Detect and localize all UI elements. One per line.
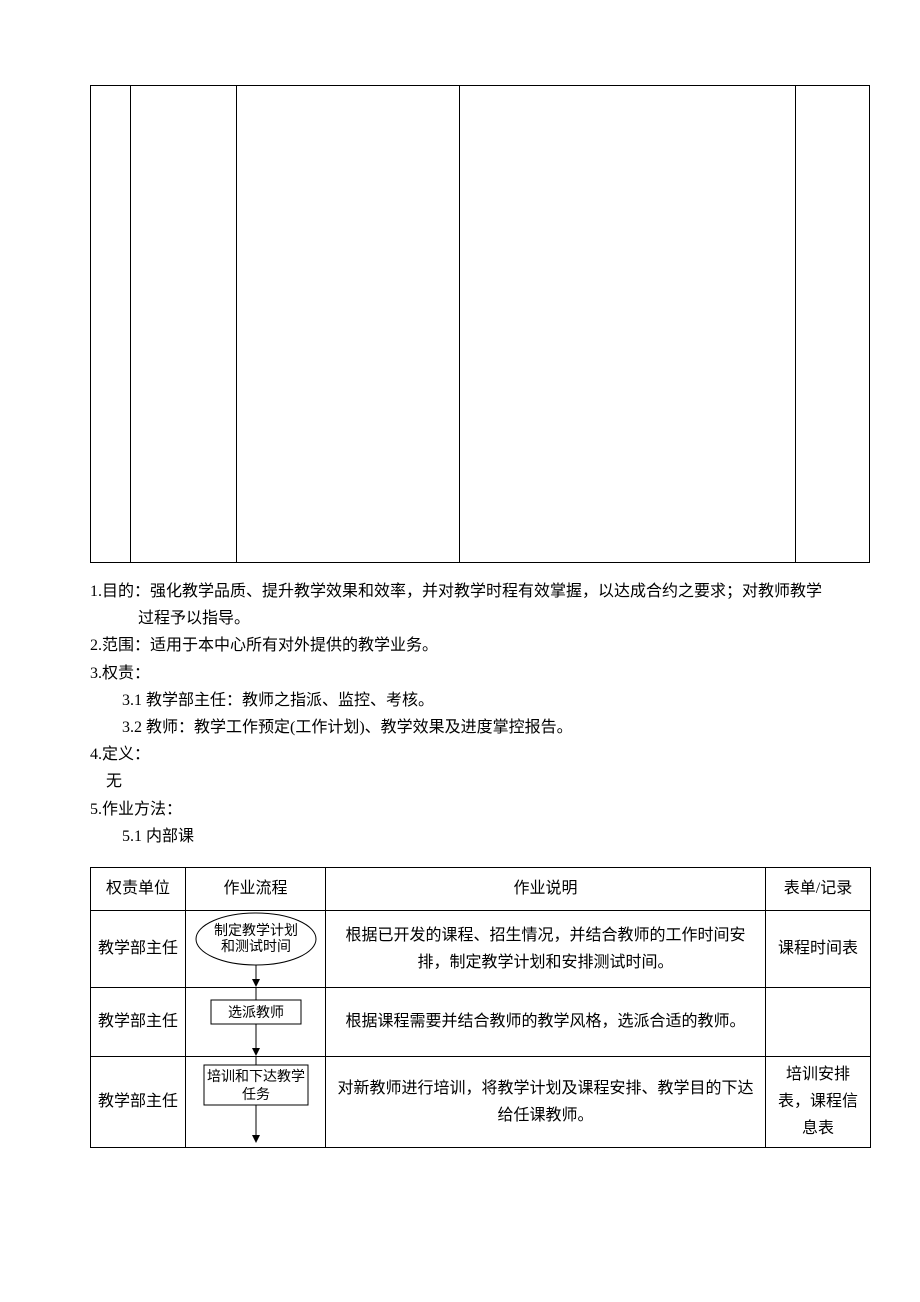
cell-desc: 对新教师进行培训，将教学计划及课程安排、教学目的下达给任课教师。 (326, 1057, 766, 1148)
line-4n: 无 (90, 768, 870, 795)
table-row: 教学部主任 培训和下达教学 任务 对新教师进行培训，将教学计划及课程安排、教学目… (91, 1057, 871, 1148)
top-empty-table (90, 85, 870, 563)
flow-process-rect: 选派教师 (186, 988, 326, 1056)
line-2: 2.范围：适用于本中心所有对外提供的教学业务。 (90, 632, 870, 659)
header-record: 表单/记录 (766, 868, 871, 911)
line-3: 3.权责： (90, 660, 870, 687)
cell-record: 培训安排表，课程信息表 (766, 1057, 871, 1148)
flow-text-1b: 和测试时间 (221, 939, 291, 955)
cell-record (766, 988, 871, 1057)
line-4: 4.定义： (90, 741, 870, 768)
top-cell-3 (237, 86, 460, 563)
line-1a: 1.目的：强化教学品质、提升教学效果和效率，并对教学时程有效掌握，以达成合约之要… (90, 578, 870, 605)
cell-unit: 教学部主任 (91, 911, 186, 988)
flow-text-3b: 任务 (242, 1087, 270, 1103)
line-51: 5.1 内部课 (90, 823, 870, 850)
header-flow: 作业流程 (186, 868, 326, 911)
header-desc: 作业说明 (326, 868, 766, 911)
flow-process-rect: 培训和下达教学 任务 (186, 1057, 326, 1143)
line-1b: 过程予以指导。 (90, 605, 870, 632)
top-cell-5 (796, 86, 870, 563)
flow-text-3a: 培训和下达教学 (207, 1069, 305, 1085)
top-cell-2 (131, 86, 237, 563)
cell-desc: 根据课程需要并结合教师的教学风格，选派合适的教师。 (326, 988, 766, 1057)
cell-record: 课程时间表 (766, 911, 871, 988)
flow-text-1a: 制定教学计划 (214, 923, 298, 939)
header-unit: 权责单位 (91, 868, 186, 911)
table-row: 教学部主任 选派教师 根据课程需要并结合教师的教学风格，选派合适的教师。 (91, 988, 871, 1057)
flow-text-2: 选派教师 (228, 1005, 284, 1021)
workflow-table: 权责单位 作业流程 作业说明 表单/记录 教学部主任 制定教学计划 和测试时间 … (90, 867, 871, 1148)
line-5: 5.作业方法： (90, 796, 870, 823)
cell-unit: 教学部主任 (91, 1057, 186, 1148)
top-cell-4 (460, 86, 796, 563)
top-cell-1 (91, 86, 131, 563)
table-row: 教学部主任 制定教学计划 和测试时间 根据已开发的课程、招生情况，并结合教师的工… (91, 911, 871, 988)
cell-flow: 培训和下达教学 任务 (186, 1057, 326, 1148)
cell-flow: 选派教师 (186, 988, 326, 1057)
body-text: 1.目的：强化教学品质、提升教学效果和效率，并对教学时程有效掌握，以达成合约之要… (90, 578, 870, 850)
cell-unit: 教学部主任 (91, 988, 186, 1057)
table-header-row: 权责单位 作业流程 作业说明 表单/记录 (91, 868, 871, 911)
document-page: 1.目的：强化教学品质、提升教学效果和效率，并对教学时程有效掌握，以达成合约之要… (0, 0, 920, 1302)
cell-desc: 根据已开发的课程、招生情况，并结合教师的工作时间安排，制定教学计划和安排测试时间… (326, 911, 766, 988)
line-32: 3.2 教师：教学工作预定(工作计划)、教学效果及进度掌控报告。 (90, 714, 870, 741)
line-31: 3.1 教学部主任：教师之指派、监控、考核。 (90, 687, 870, 714)
flow-start-ellipse: 制定教学计划 和测试时间 (186, 911, 326, 987)
cell-flow: 制定教学计划 和测试时间 (186, 911, 326, 988)
